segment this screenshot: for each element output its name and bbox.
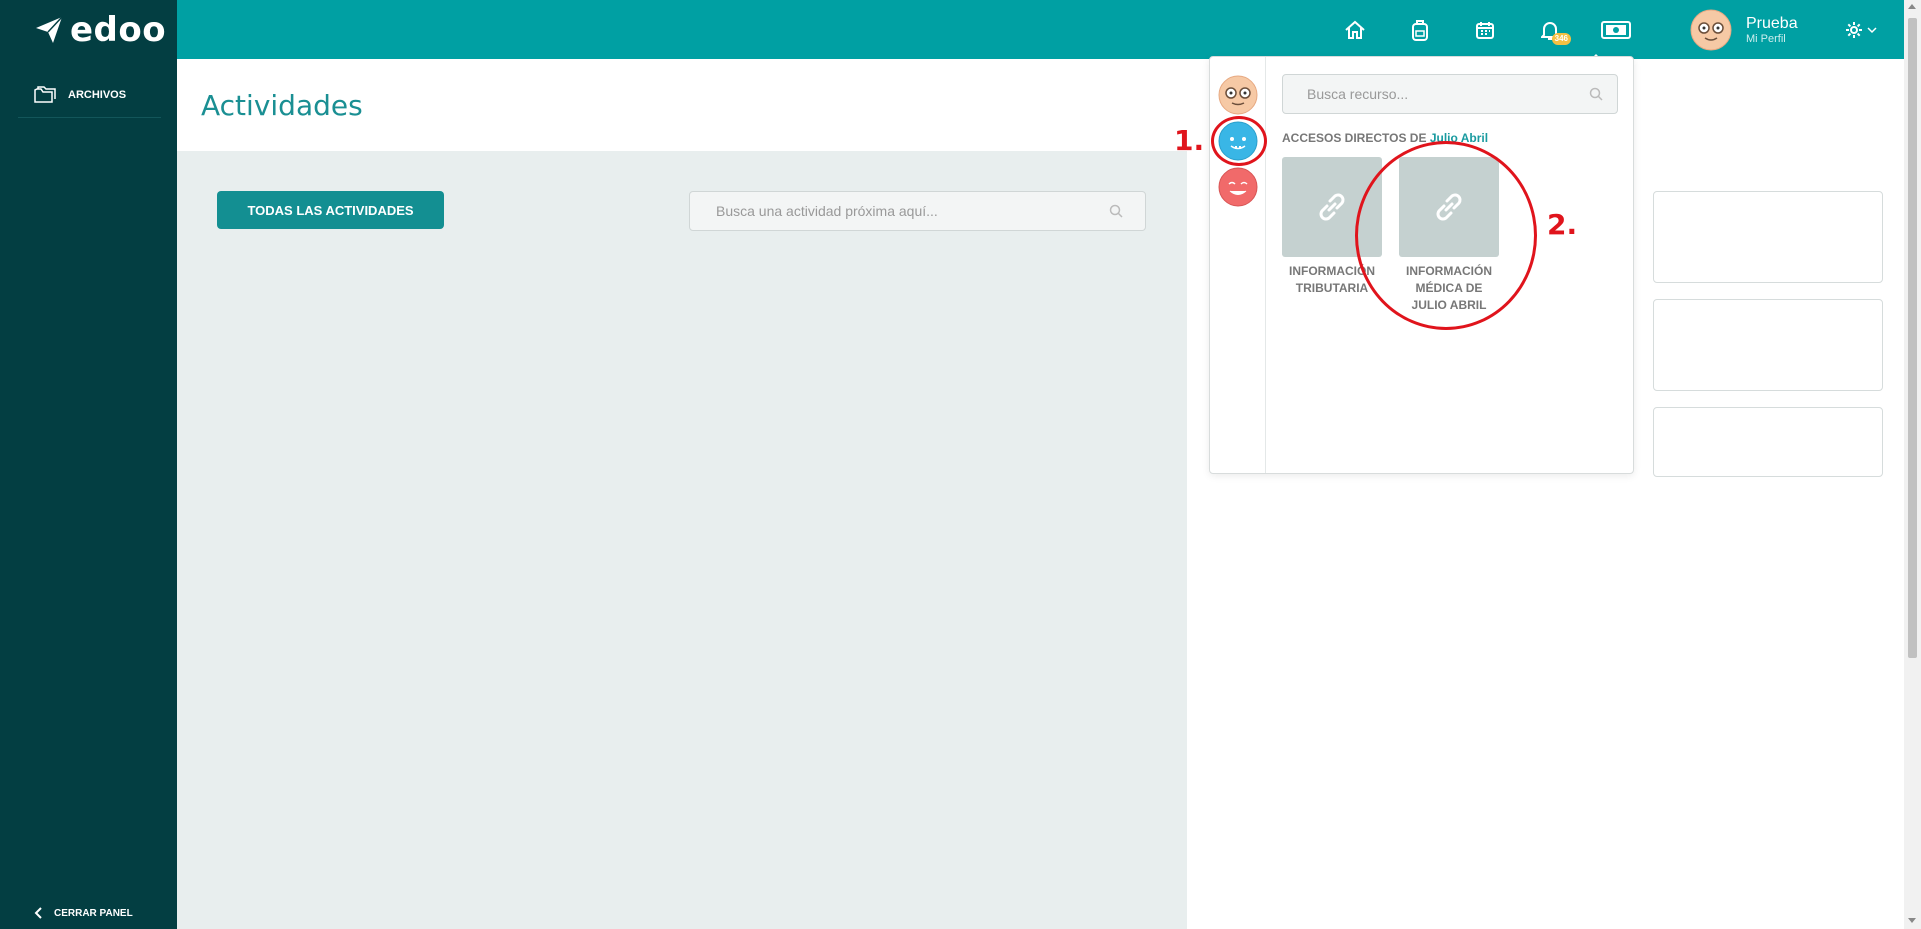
student-avatar-3[interactable] bbox=[1218, 167, 1258, 207]
scrollbar-thumb[interactable] bbox=[1908, 18, 1917, 658]
resource-search-input[interactable]: Busca recurso... bbox=[1282, 74, 1618, 114]
close-panel-button[interactable]: CERRAR PANEL bbox=[34, 907, 133, 919]
paper-plane-icon bbox=[36, 16, 63, 43]
chevron-down-icon bbox=[1867, 27, 1877, 34]
resources-dropdown: Busca recurso... ACCESOS DIRECTOS DE Jul… bbox=[1209, 56, 1634, 474]
page-title: Actividades bbox=[201, 89, 363, 122]
scroll-up-arrow[interactable] bbox=[1908, 4, 1916, 9]
student-avatar-1[interactable] bbox=[1218, 75, 1258, 115]
resource-label: INFORMACIÓN TRIBUTARIA bbox=[1289, 264, 1375, 295]
backpack-icon bbox=[1412, 20, 1428, 41]
topbar: 346 Prueba Mi Perfil bbox=[177, 0, 1904, 62]
scrollbar[interactable] bbox=[1904, 0, 1921, 929]
student-selector bbox=[1210, 57, 1266, 473]
link-icon bbox=[1319, 193, 1345, 221]
notification-badge: 346 bbox=[1551, 33, 1571, 45]
folder-icon bbox=[34, 85, 56, 103]
avatar bbox=[1690, 9, 1732, 51]
all-activities-button[interactable]: TODAS LAS ACTIVIDADES bbox=[217, 191, 444, 229]
notifications-button[interactable]: 346 bbox=[1535, 15, 1571, 45]
link-icon bbox=[1436, 193, 1462, 221]
resource-thumbnail bbox=[1399, 157, 1499, 257]
scroll-down-arrow[interactable] bbox=[1908, 918, 1916, 923]
sidebar-item-archivos[interactable]: ARCHIVOS bbox=[18, 72, 161, 118]
shortcuts-label: ACCESOS DIRECTOS DE bbox=[1282, 131, 1427, 145]
payments-button[interactable] bbox=[1600, 15, 1632, 45]
settings-button[interactable] bbox=[1841, 15, 1881, 45]
shortcuts-owner[interactable]: Julio Abril bbox=[1430, 131, 1488, 145]
resource-tile-tributaria[interactable]: INFORMACIÓN TRIBUTARIA bbox=[1282, 157, 1382, 297]
sidebar: edoo ARCHIVOS CERRAR PANEL bbox=[0, 0, 177, 929]
logo-text: edoo bbox=[70, 10, 167, 50]
home-button[interactable] bbox=[1340, 15, 1370, 45]
resources-button[interactable] bbox=[1405, 15, 1435, 45]
activity-card[interactable] bbox=[1653, 407, 1883, 477]
activity-search-input[interactable]: Busca una actividad próxima aquí... bbox=[689, 191, 1146, 231]
search-icon bbox=[1589, 87, 1603, 101]
student-avatar-2[interactable] bbox=[1218, 121, 1258, 161]
profile-menu[interactable]: Prueba Mi Perfil bbox=[1690, 9, 1798, 51]
calendar-button[interactable] bbox=[1470, 15, 1500, 45]
resource-tile-medica[interactable]: INFORMACIÓN MÉDICA DE JULIO ABRIL bbox=[1399, 157, 1499, 314]
profile-name: Prueba bbox=[1746, 14, 1798, 32]
search-icon bbox=[1109, 204, 1123, 218]
profile-subtitle: Mi Perfil bbox=[1746, 32, 1786, 45]
resource-search-placeholder: Busca recurso... bbox=[1307, 86, 1409, 102]
shortcuts-heading: ACCESOS DIRECTOS DE Julio Abril bbox=[1282, 131, 1488, 145]
activity-card[interactable] bbox=[1653, 299, 1883, 391]
activity-card[interactable] bbox=[1653, 191, 1883, 283]
home-icon bbox=[1345, 20, 1365, 39]
annotation-step-1: 1. bbox=[1174, 124, 1205, 157]
resource-label: INFORMACIÓN MÉDICA DE JULIO ABRIL bbox=[1406, 264, 1492, 312]
annotation-step-2: 2. bbox=[1547, 208, 1578, 241]
resource-thumbnail bbox=[1282, 157, 1382, 257]
app-logo[interactable]: edoo bbox=[34, 10, 167, 50]
sidebar-item-label: ARCHIVOS bbox=[68, 88, 127, 101]
page-header: Actividades bbox=[177, 59, 1187, 151]
gear-icon bbox=[1846, 22, 1862, 38]
activity-search-placeholder: Busca una actividad próxima aquí... bbox=[716, 203, 938, 219]
chevron-left-icon bbox=[34, 907, 42, 919]
calendar-icon bbox=[1476, 22, 1494, 39]
money-icon bbox=[1601, 21, 1631, 39]
close-panel-label: CERRAR PANEL bbox=[54, 907, 133, 919]
